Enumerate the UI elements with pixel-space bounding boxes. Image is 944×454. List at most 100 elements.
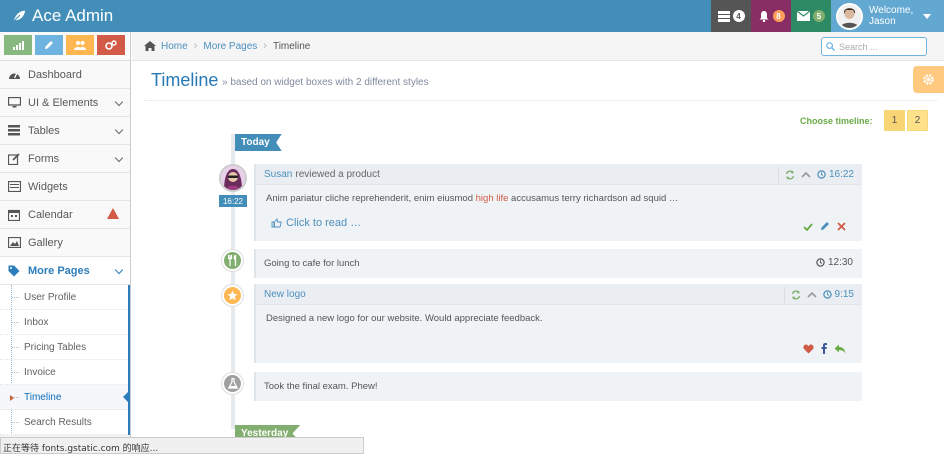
shortcut-edit-button[interactable]	[35, 35, 63, 55]
notifications-badge: 8	[772, 10, 785, 22]
shortcut-settings-button[interactable]	[97, 35, 125, 55]
breadcrumb-separator-icon: ›	[263, 40, 267, 52]
sidebar-item-forms[interactable]: Forms	[0, 145, 130, 173]
sidebar-item-dashboard[interactable]: Dashboard	[0, 61, 130, 89]
page-title: Timeline	[151, 70, 219, 90]
list-icon	[7, 124, 21, 138]
times-icon[interactable]	[837, 220, 846, 234]
sidebar-item-label: More Pages	[28, 264, 90, 277]
user-info: Welcome, Jason	[869, 5, 913, 27]
widget-header: Susan reviewed a product 16:22	[256, 164, 862, 185]
sidebar-item-label: Gallery	[28, 236, 63, 249]
flask-icon	[222, 373, 243, 394]
check-icon[interactable]	[803, 220, 813, 234]
messages-badge: 5	[813, 10, 825, 22]
toolbar-divider	[777, 166, 779, 183]
submenu-item-label: Inbox	[24, 316, 49, 328]
notifications-button[interactable]: 8	[751, 0, 791, 32]
timeline-item-widget: New logo 9:15 Designed a new logo for ou…	[254, 284, 862, 363]
sidebar-item-calendar[interactable]: Calendar	[0, 201, 130, 229]
breadcrumb-more-pages[interactable]: More Pages	[203, 41, 257, 52]
widgets-list-icon	[7, 180, 21, 194]
user-greeting: Welcome,	[869, 5, 914, 16]
widget-time-text: 16:22	[828, 169, 854, 180]
timeline-label-today: Today	[235, 134, 282, 151]
warning-icon	[107, 208, 119, 219]
search-icon	[826, 42, 835, 51]
submenu-item-inbox[interactable]: Inbox	[0, 310, 128, 335]
submenu-item-invoice[interactable]: Invoice	[0, 360, 128, 385]
timeline-option-1-button[interactable]: 1	[884, 110, 905, 131]
tachometer-icon	[7, 68, 21, 82]
leaf-icon	[13, 10, 26, 22]
sidebar-item-more-pages[interactable]: More Pages	[0, 257, 130, 285]
widget-time: 9:15	[822, 289, 854, 300]
timeline-option-2-button[interactable]: 2	[907, 110, 928, 131]
sidebar-item-widgets[interactable]: Widgets	[0, 173, 130, 201]
body-text-end: accusamus terry richardson ad squid …	[508, 193, 679, 204]
page-subtitle: » based on widget boxes with 2 different…	[222, 77, 429, 88]
edit-icon	[7, 152, 21, 166]
user-avatar	[836, 2, 863, 30]
click-to-read-link[interactable]: Click to read …	[271, 217, 852, 229]
desktop-icon	[7, 96, 21, 110]
submenu-item-timeline[interactable]: Timeline	[0, 385, 130, 410]
pencil-icon[interactable]	[820, 220, 830, 234]
timeline-item-title[interactable]: New logo	[264, 289, 306, 300]
brand[interactable]: Ace Admin	[12, 6, 113, 26]
submenu-item-label: Invoice	[24, 366, 56, 378]
header-divider	[144, 100, 938, 101]
user-menu[interactable]: Welcome, Jason	[831, 0, 944, 32]
search-input[interactable]	[839, 41, 919, 52]
refresh-icon[interactable]	[785, 170, 795, 180]
refresh-icon[interactable]	[791, 290, 801, 300]
submenu-item-pricing-tables[interactable]: Pricing Tables	[0, 335, 128, 360]
submenu-item-user-profile[interactable]: User Profile	[0, 285, 128, 310]
chevron-down-icon	[114, 125, 124, 135]
timeline-item-text: Took the final exam. Phew!	[264, 381, 378, 392]
submenu-item-label: Search Results	[24, 416, 92, 428]
timeline-time-badge: 16:22	[219, 195, 247, 207]
more-pages-submenu: User Profile Inbox Pricing Tables Invoic…	[0, 285, 130, 435]
heart-icon[interactable]	[803, 343, 814, 357]
sidebar-item-label: Forms	[28, 152, 60, 165]
shortcut-users-button[interactable]	[66, 35, 94, 55]
pencil-icon	[45, 41, 53, 49]
ace-settings-button[interactable]	[913, 66, 944, 93]
facebook-icon[interactable]	[821, 343, 827, 357]
sidebar-item-tables[interactable]: Tables	[0, 117, 130, 145]
bell-icon	[759, 11, 768, 22]
timeline-body-text: Anim pariatur cliche reprehenderit, enim…	[266, 193, 852, 204]
chevron-down-icon	[114, 153, 124, 163]
clock-icon	[816, 258, 825, 267]
sidebar-shortcuts	[0, 32, 130, 61]
chevron-up-icon[interactable]	[801, 171, 811, 178]
breadcrumb-home[interactable]: Home	[161, 41, 188, 52]
signal-icon	[12, 40, 24, 50]
reply-icon[interactable]	[834, 343, 846, 357]
timeline-user-link[interactable]: Susan	[264, 169, 292, 180]
sidebar-item-label: Widgets	[28, 180, 68, 193]
chevron-down-icon	[114, 97, 124, 107]
cutlery-icon	[222, 250, 243, 271]
widget-header: New logo 9:15	[256, 284, 862, 305]
envelope-icon	[797, 11, 810, 21]
shortcut-stats-button[interactable]	[4, 35, 32, 55]
sidebar-item-gallery[interactable]: Gallery	[0, 229, 130, 257]
chevron-up-icon[interactable]	[806, 291, 817, 298]
calendar-icon	[7, 208, 21, 222]
timeline-item-widget: Susan reviewed a product 16:22 Anim pari…	[254, 164, 862, 241]
sidebar-item-ui-elements[interactable]: UI & Elements	[0, 89, 130, 117]
timeline-body-text: Designed a new logo for our website. Wou…	[266, 313, 543, 324]
body-text-highlight: high life	[475, 193, 509, 204]
messages-button[interactable]: 5	[791, 0, 831, 32]
timeline-item-simple: Going to cafe for lunch 12:30	[254, 249, 862, 278]
tasks-badge: 4	[732, 10, 745, 22]
caret-right-icon	[10, 395, 14, 401]
cogs-icon	[105, 40, 117, 50]
nav-search	[821, 37, 927, 56]
sidebar-item-label: UI & Elements	[28, 96, 99, 109]
submenu-item-search-results[interactable]: Search Results	[0, 410, 128, 435]
body-text-start: Anim pariatur cliche reprehenderit, enim…	[266, 193, 476, 204]
tasks-button[interactable]: 4	[711, 0, 751, 32]
